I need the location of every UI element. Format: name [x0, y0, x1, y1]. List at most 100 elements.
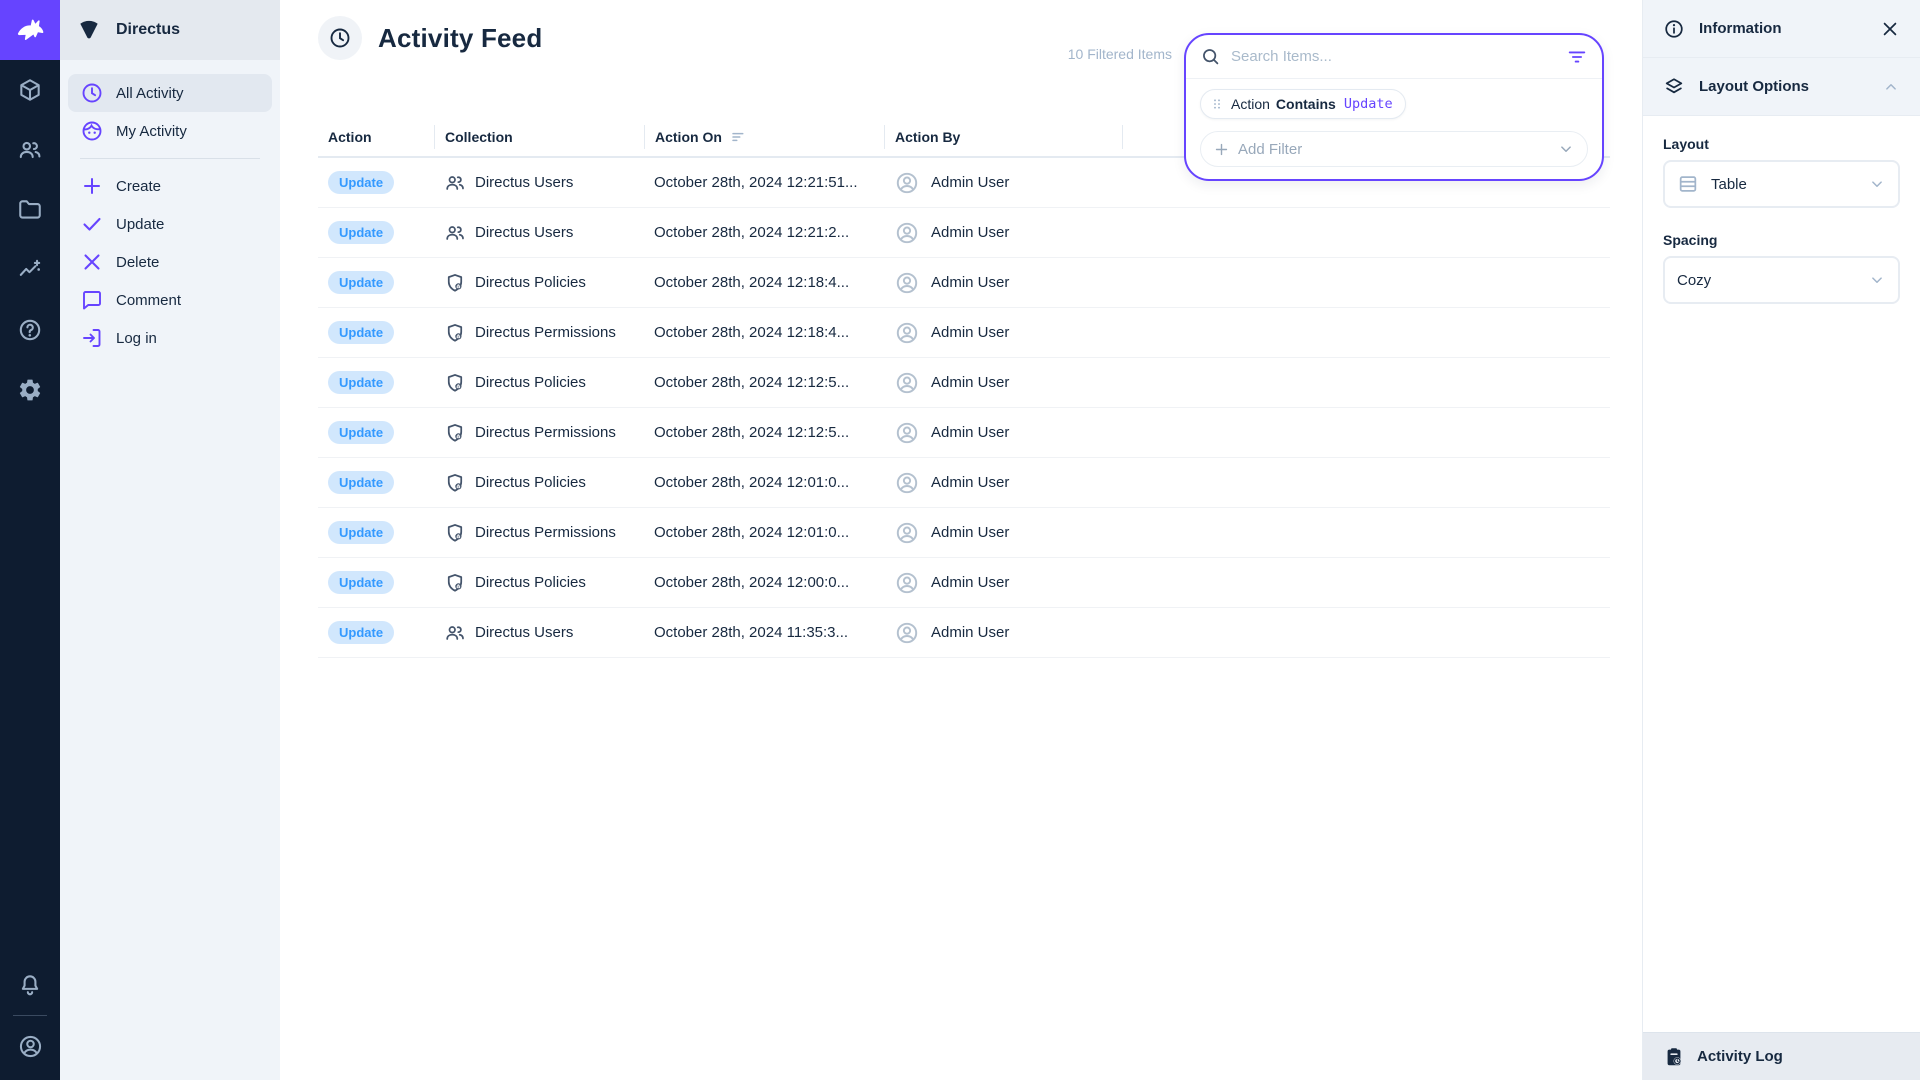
filter-operator: Contains: [1276, 96, 1336, 112]
nav-item-comment[interactable]: Comment: [68, 281, 272, 319]
nav-item-login[interactable]: Log in: [68, 319, 272, 357]
nav-item-delete[interactable]: Delete: [68, 243, 272, 281]
action-on-date: October 28th, 2024 12:12:5...: [654, 424, 849, 441]
shield-lock-icon: [444, 522, 466, 544]
status-badge: Update: [328, 621, 394, 644]
status-badge: Update: [328, 171, 394, 194]
column-header-collection[interactable]: Collection: [434, 125, 644, 149]
chevron-down-icon: [1557, 140, 1575, 158]
table-row[interactable]: Update Directus Permissions October 28th…: [318, 508, 1610, 558]
module-users-button[interactable]: [0, 120, 60, 180]
shield-lock-icon: [444, 472, 466, 494]
status-badge: Update: [328, 521, 394, 544]
filter-icon[interactable]: [1566, 46, 1588, 68]
table-row[interactable]: Update Directus Users October 28th, 2024…: [318, 208, 1610, 258]
clock-icon: [80, 81, 104, 105]
table-row[interactable]: Update Directus Users October 28th, 2024…: [318, 608, 1610, 658]
nav-divider: [80, 158, 260, 159]
table-row[interactable]: Update Directus Policies October 28th, 2…: [318, 558, 1610, 608]
add-filter-label: Add Filter: [1238, 141, 1302, 158]
comment-icon: [80, 288, 104, 312]
collection-name: Directus Permissions: [475, 324, 616, 341]
nav-item-my-activity[interactable]: My Activity: [68, 112, 272, 150]
column-header-action[interactable]: Action: [318, 125, 434, 149]
filtered-items-count: 10 Filtered Items: [1068, 44, 1172, 64]
action-by-user: Admin User: [931, 574, 1009, 591]
close-icon: [80, 250, 104, 274]
page-icon-circle: [318, 16, 362, 60]
module-files-button[interactable]: [0, 180, 60, 240]
action-by-user: Admin User: [931, 524, 1009, 541]
module-content-button[interactable]: [0, 60, 60, 120]
table-row[interactable]: Update Directus Policies October 28th, 2…: [318, 458, 1610, 508]
module-settings-button[interactable]: [0, 360, 60, 420]
filter-value: Update: [1344, 96, 1393, 112]
status-badge: Update: [328, 221, 394, 244]
avatar-icon: [894, 320, 920, 346]
face-icon: [80, 119, 104, 143]
filter-chip[interactable]: Action Contains Update: [1200, 89, 1406, 119]
drag-handle-icon[interactable]: [1209, 96, 1225, 112]
collection-name: Directus Permissions: [475, 424, 616, 441]
plus-icon: [80, 174, 104, 198]
action-by-user: Admin User: [931, 474, 1009, 491]
column-header-action-by[interactable]: Action By: [884, 125, 1122, 149]
layout-options-body: Layout Table Spacing Cozy: [1643, 116, 1920, 1032]
filter-field: Action: [1231, 96, 1270, 112]
layout-select[interactable]: Table: [1663, 160, 1900, 208]
avatar-icon: [894, 220, 920, 246]
table-row[interactable]: Update Directus Policies October 28th, 2…: [318, 358, 1610, 408]
sort-icon[interactable]: [730, 128, 748, 146]
collection-name: Directus Policies: [475, 274, 586, 291]
clipboard-clock-icon: [1663, 1046, 1685, 1068]
layout-options-accordion[interactable]: Layout Options: [1643, 58, 1920, 116]
module-insights-button[interactable]: [0, 240, 60, 300]
column-header-action-on[interactable]: Action On: [644, 125, 884, 149]
activity-log-label: Activity Log: [1697, 1048, 1783, 1065]
login-icon: [80, 326, 104, 350]
nav-sidebar: Directus All Activity My Activity Create…: [60, 0, 280, 1080]
table-row[interactable]: Update Directus Permissions October 28th…: [318, 408, 1610, 458]
nav-item-create[interactable]: Create: [68, 167, 272, 205]
activity-log-button[interactable]: Activity Log: [1643, 1032, 1920, 1080]
collection-name: Directus Users: [475, 624, 573, 641]
activity-table: Action Collection Action On Action By Up…: [318, 118, 1610, 658]
table-row[interactable]: Update Directus Policies October 28th, 2…: [318, 258, 1610, 308]
nav-item-label: My Activity: [116, 123, 187, 140]
status-badge: Update: [328, 571, 394, 594]
information-title: Information: [1699, 20, 1880, 37]
module-help-button[interactable]: [0, 300, 60, 360]
action-by-user: Admin User: [931, 324, 1009, 341]
table-rows-icon: [1677, 173, 1699, 195]
main-content: Activity Feed 10 Filtered Items Action C…: [280, 0, 1642, 1080]
box-icon: [17, 77, 43, 103]
nav-item-label: Create: [116, 178, 161, 195]
nav-item-update[interactable]: Update: [68, 205, 272, 243]
notifications-button[interactable]: [0, 959, 60, 1011]
nav-item-all-activity[interactable]: All Activity: [68, 74, 272, 112]
search-input[interactable]: [1231, 48, 1566, 65]
action-by-user: Admin User: [931, 274, 1009, 291]
action-by-user: Admin User: [931, 224, 1009, 241]
users-icon: [17, 137, 43, 163]
action-on-date: October 28th, 2024 12:18:4...: [654, 274, 849, 291]
insights-icon: [17, 257, 43, 283]
gear-icon: [17, 377, 43, 403]
close-icon[interactable]: [1880, 19, 1900, 39]
avatar-icon: [894, 170, 920, 196]
table-row[interactable]: Update Directus Permissions October 28th…: [318, 308, 1610, 358]
shield-lock-icon: [444, 372, 466, 394]
action-on-date: October 28th, 2024 12:01:0...: [654, 524, 849, 541]
layers-icon: [1663, 76, 1685, 98]
action-by-user: Admin User: [931, 174, 1009, 191]
spacing-select[interactable]: Cozy: [1663, 256, 1900, 304]
directus-logo-button[interactable]: [0, 0, 60, 60]
chevron-down-icon: [1868, 271, 1886, 289]
avatar-icon: [894, 620, 920, 646]
collection-name: Directus Users: [475, 174, 573, 191]
user-menu-button[interactable]: [0, 1020, 60, 1072]
users-icon: [444, 172, 466, 194]
folder-icon: [17, 197, 43, 223]
add-filter-button[interactable]: Add Filter: [1200, 131, 1588, 167]
project-header[interactable]: Directus: [60, 0, 280, 60]
